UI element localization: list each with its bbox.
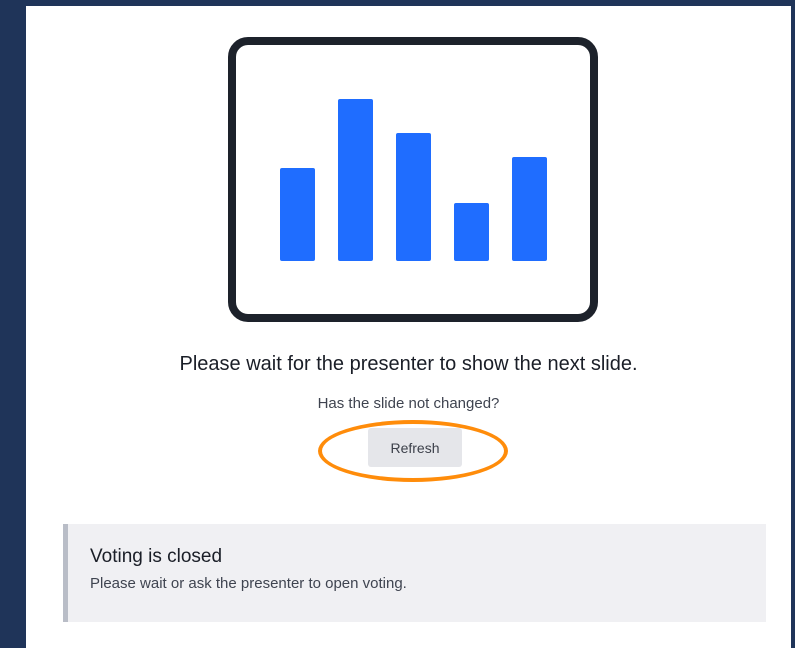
refresh-button[interactable]: Refresh [368,428,462,467]
slide-unchanged-question: Has the slide not changed? [317,395,500,412]
chart-bar-5 [512,157,547,261]
chart-bar-3 [396,133,431,261]
voting-panel: Please wait for the presenter to show th… [26,6,791,648]
presentation-bar-chart-icon [228,37,598,322]
notice-title: Voting is closed [90,546,223,567]
wait-headline: Please wait for the presenter to show th… [179,353,638,375]
voting-closed-notice: Voting is closed Please wait or ask the … [63,524,766,622]
chart-bar-1 [280,168,315,261]
notice-body: Please wait or ask the presenter to open… [90,575,407,592]
chart-bar-2 [338,99,373,261]
chart-bar-4 [454,203,489,261]
